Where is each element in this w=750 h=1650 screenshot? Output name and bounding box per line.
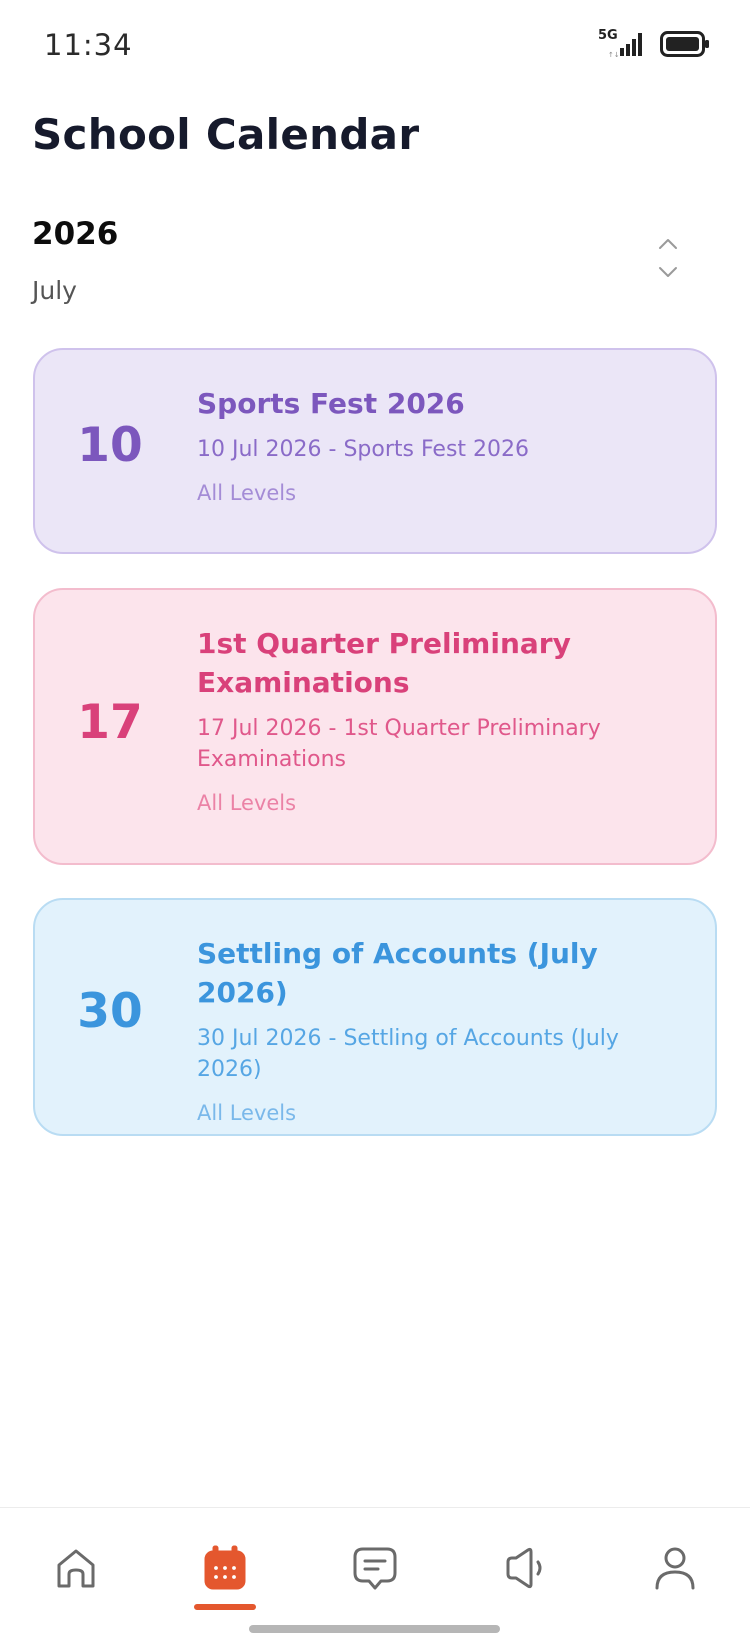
event-card[interactable]: 10 Sports Fest 2026 10 Jul 2026 - Sports… [33, 348, 717, 554]
event-day: 10 [77, 418, 143, 473]
chevron-down-icon[interactable] [656, 260, 680, 284]
chevron-up-icon[interactable] [656, 232, 680, 256]
nav-announcements[interactable] [495, 1538, 555, 1598]
nav-home[interactable] [46, 1538, 106, 1598]
signal-icon: 5G ↑↓ [598, 28, 650, 59]
page-title: School Calendar [32, 110, 420, 159]
chat-icon [353, 1547, 397, 1590]
announcement-icon [506, 1547, 542, 1589]
battery-icon [660, 31, 709, 57]
bottom-navigation [0, 1507, 750, 1650]
event-title: Settling of Accounts (July 2026) [197, 937, 598, 1009]
nav-profile[interactable] [645, 1538, 705, 1598]
event-body: Sports Fest 2026 10 Jul 2026 - Sports Fe… [197, 384, 675, 507]
event-title: 1st Quarter Preliminary Examinations [197, 627, 571, 699]
event-card[interactable]: 30 Settling of Accounts (July 2026) 30 J… [33, 898, 717, 1136]
event-title: Sports Fest 2026 [197, 387, 465, 420]
calendar-icon [204, 1545, 246, 1590]
profile-icon [655, 1547, 695, 1590]
status-icons: 5G ↑↓ [598, 28, 710, 59]
event-date-detail: 10 Jul 2026 - Sports Fest 2026 [197, 437, 530, 462]
event-level: All Levels [197, 791, 297, 815]
home-indicator-bar[interactable] [249, 1625, 500, 1633]
network-type-label: 5G [598, 28, 618, 43]
event-level: All Levels [197, 481, 297, 505]
active-tab-indicator [194, 1604, 256, 1610]
event-day: 17 [77, 695, 143, 750]
calendar-year: 2026 [32, 216, 119, 252]
status-time: 11:34 [44, 28, 133, 62]
nav-messages[interactable] [345, 1538, 405, 1598]
event-date-detail: 17 Jul 2026 - 1st Quarter Preliminary Ex… [197, 716, 601, 772]
event-body: 1st Quarter Preliminary Examinations 17 … [197, 624, 675, 817]
nav-calendar[interactable] [195, 1538, 255, 1598]
status-bar: 11:34 5G ↑↓ [0, 0, 750, 92]
event-body: Settling of Accounts (July 2026) 30 Jul … [197, 934, 675, 1127]
svg-text:↑↓: ↑↓ [608, 51, 620, 58]
calendar-month: July [32, 276, 77, 305]
event-date-detail: 30 Jul 2026 - Settling of Accounts (July… [197, 1026, 619, 1082]
event-day: 30 [77, 984, 143, 1039]
event-level: All Levels [197, 1101, 297, 1125]
month-navigation [656, 232, 680, 282]
home-icon [57, 1549, 95, 1588]
event-card[interactable]: 17 1st Quarter Preliminary Examinations … [33, 588, 717, 865]
